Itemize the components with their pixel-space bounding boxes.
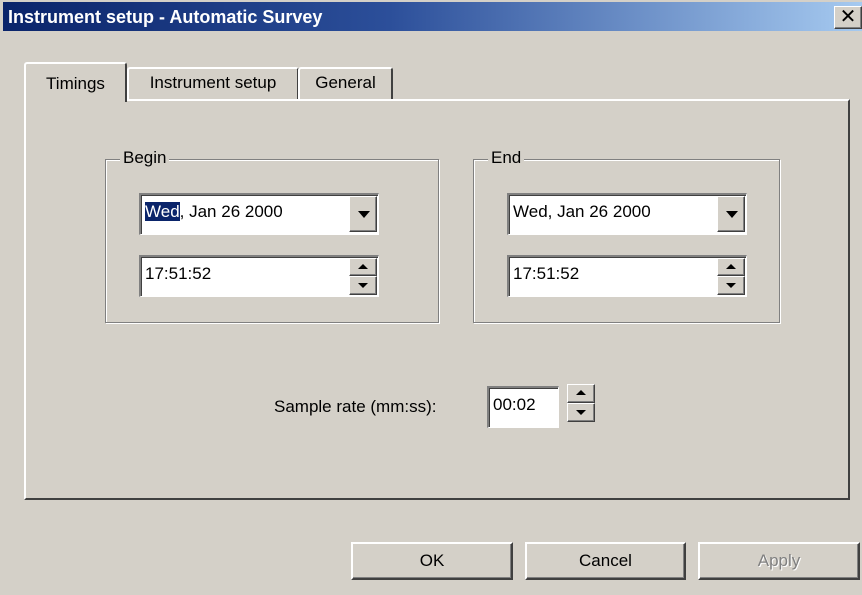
sample-rate-label: Sample rate (mm:ss):: [274, 397, 437, 416]
tab-label: General: [315, 73, 376, 92]
title-bar[interactable]: Instrument setup - Automatic Survey ✕: [3, 2, 862, 31]
end-time-spinner[interactable]: [717, 258, 745, 295]
end-label: End: [488, 148, 525, 168]
begin-time-value: 17:51:52: [145, 264, 212, 283]
sample-rate-spinner[interactable]: [567, 384, 595, 422]
begin-time-spin-down[interactable]: [349, 276, 377, 295]
begin-time-spin-up[interactable]: [349, 258, 377, 276]
tab-label: Timings: [46, 74, 105, 93]
chevron-down-icon: [358, 211, 370, 218]
end-group: End Wed, Jan 26 2000 17:51:52: [473, 148, 780, 323]
begin-date-dropdown-button[interactable]: [349, 196, 377, 232]
sample-rate-spin-down[interactable]: [567, 403, 595, 422]
end-time-spin-up[interactable]: [717, 258, 745, 276]
spin-up-icon: [358, 264, 368, 269]
end-date-value: Wed, Jan 26 2000: [513, 202, 651, 221]
end-time-spin-down[interactable]: [717, 276, 745, 295]
tab-timings[interactable]: Timings: [24, 62, 127, 102]
begin-date-day: Wed: [145, 202, 180, 221]
begin-label: Begin: [120, 148, 170, 168]
sample-rate-field[interactable]: 00:02: [487, 386, 559, 428]
close-icon: ✕: [839, 6, 857, 28]
spin-up-icon: [576, 390, 586, 395]
begin-date-rest: , Jan 26 2000: [179, 202, 283, 221]
spin-down-icon: [358, 283, 368, 288]
chevron-down-icon: [726, 211, 738, 218]
spin-up-icon: [726, 264, 736, 269]
begin-group: Begin Wed, Jan 26 2000 17:51:52: [105, 148, 439, 323]
window-title: Instrument setup - Automatic Survey: [8, 7, 323, 27]
apply-button[interactable]: Apply: [698, 542, 860, 580]
end-date-dropdown-button[interactable]: [717, 196, 745, 232]
begin-date-value: Wed, Jan 26 2000: [145, 202, 283, 222]
timings-panel: Begin Wed, Jan 26 2000 17:51:52 End Wed,…: [24, 99, 850, 500]
begin-date-picker[interactable]: Wed, Jan 26 2000: [139, 193, 379, 235]
spin-down-icon: [726, 283, 736, 288]
end-date-picker[interactable]: Wed, Jan 26 2000: [507, 193, 747, 235]
spin-down-icon: [576, 410, 586, 415]
tab-label: Instrument setup: [149, 73, 277, 92]
tab-instrument-setup[interactable]: Instrument setup: [127, 67, 299, 99]
cancel-button[interactable]: Cancel: [525, 542, 686, 580]
end-time-value: 17:51:52: [513, 264, 580, 283]
begin-time-spinner[interactable]: [349, 258, 377, 295]
dialog-window: Instrument setup - Automatic Survey ✕ In…: [0, 0, 862, 595]
tab-general[interactable]: General: [298, 67, 393, 99]
end-time-field[interactable]: 17:51:52: [507, 255, 747, 297]
begin-time-field[interactable]: 17:51:52: [139, 255, 379, 297]
ok-button[interactable]: OK: [351, 542, 513, 580]
close-button[interactable]: ✕: [834, 6, 862, 29]
sample-rate-value: 00:02: [493, 395, 536, 414]
sample-rate-spin-up[interactable]: [567, 384, 595, 403]
